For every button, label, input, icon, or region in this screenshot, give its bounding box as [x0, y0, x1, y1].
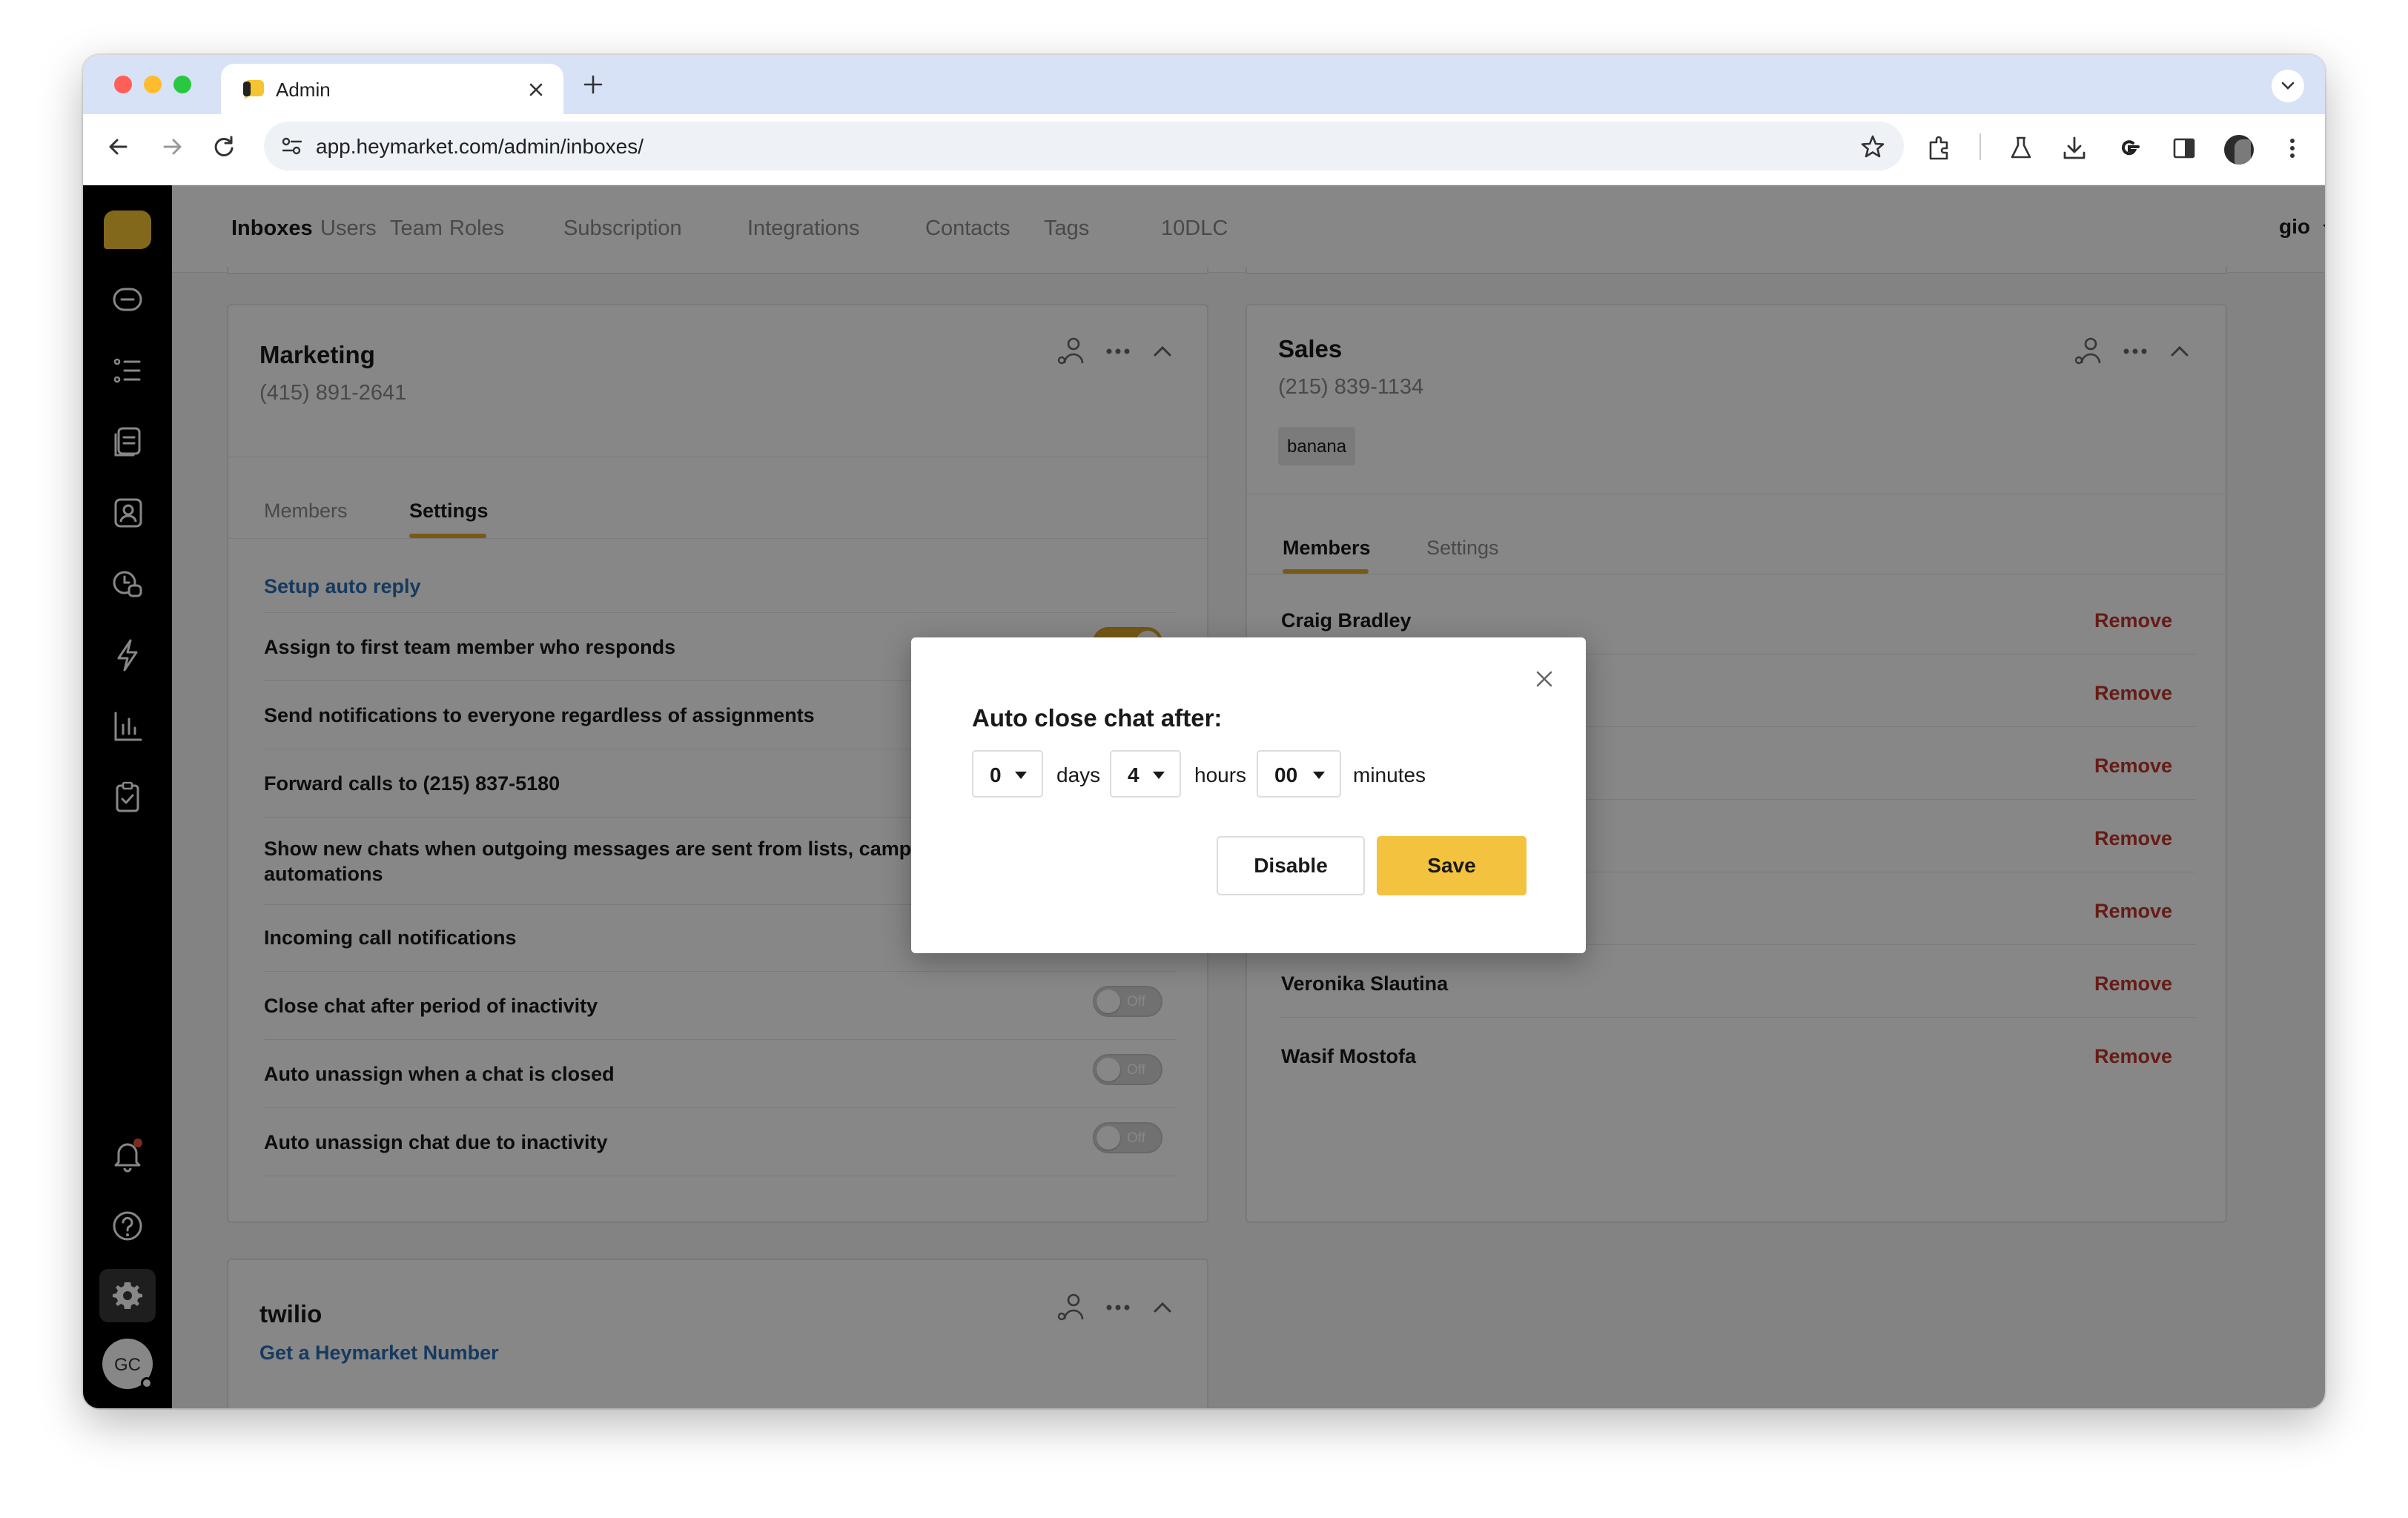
- side-panel-icon[interactable]: [2169, 133, 2199, 163]
- minutes-label: minutes: [1353, 763, 1426, 786]
- auto-close-dialog: Auto close chat after: 0 days 4 hours 00…: [911, 637, 1586, 953]
- bookmark-star-icon[interactable]: [1859, 133, 1886, 160]
- save-button[interactable]: Save: [1377, 836, 1526, 895]
- dialog-title: Auto close chat after:: [972, 704, 1223, 732]
- hours-select[interactable]: 4: [1110, 750, 1181, 798]
- site-settings-icon[interactable]: [280, 135, 304, 157]
- minutes-value: 00: [1274, 763, 1298, 786]
- browser-toolbar: app.heymarket.com/admin/inboxes/: [83, 114, 2325, 185]
- caret-down-icon: [1153, 772, 1165, 779]
- browser-tab-strip: Admin: [83, 55, 2325, 114]
- tab-search-button[interactable]: [2272, 70, 2304, 102]
- back-icon[interactable]: [104, 132, 133, 162]
- toolbar-divider: [1979, 133, 1981, 160]
- download-icon[interactable]: [2060, 133, 2089, 163]
- url-text: app.heymarket.com/admin/inboxes/: [316, 135, 644, 158]
- favicon-icon: [243, 80, 264, 99]
- browser-tab[interactable]: Admin: [221, 64, 563, 114]
- days-label: days: [1056, 763, 1101, 786]
- close-window-button[interactable]: [114, 76, 132, 93]
- tab-title: Admin: [276, 79, 331, 101]
- caret-down-icon: [1313, 772, 1325, 779]
- hours-value: 4: [1128, 763, 1140, 786]
- hours-label: hours: [1194, 763, 1247, 786]
- profile-avatar[interactable]: [2224, 135, 2254, 165]
- maximize-window-button[interactable]: [173, 76, 191, 93]
- minimize-window-button[interactable]: [144, 76, 162, 93]
- labs-flask-icon[interactable]: [2006, 133, 2036, 163]
- extensions-icon[interactable]: [1925, 133, 1954, 163]
- address-bar[interactable]: app.heymarket.com/admin/inboxes/: [264, 122, 1904, 170]
- browser-window: Admin app.heymarket.com/admin/inboxes/ G…: [83, 55, 2325, 1408]
- more-vertical-icon[interactable]: [2278, 133, 2307, 163]
- close-icon[interactable]: [1532, 667, 1556, 691]
- days-value: 0: [990, 763, 1002, 786]
- minutes-select[interactable]: 00: [1257, 750, 1341, 798]
- disable-button[interactable]: Disable: [1217, 836, 1365, 895]
- caret-down-icon: [1015, 772, 1027, 779]
- days-select[interactable]: 0: [972, 750, 1043, 798]
- close-tab-icon[interactable]: [526, 80, 546, 99]
- reload-icon[interactable]: [209, 132, 239, 162]
- new-tab-icon[interactable]: [581, 73, 605, 96]
- chevron-down-icon: [2281, 82, 2295, 90]
- forward-icon[interactable]: [157, 132, 187, 162]
- google-icon[interactable]: [2114, 133, 2144, 163]
